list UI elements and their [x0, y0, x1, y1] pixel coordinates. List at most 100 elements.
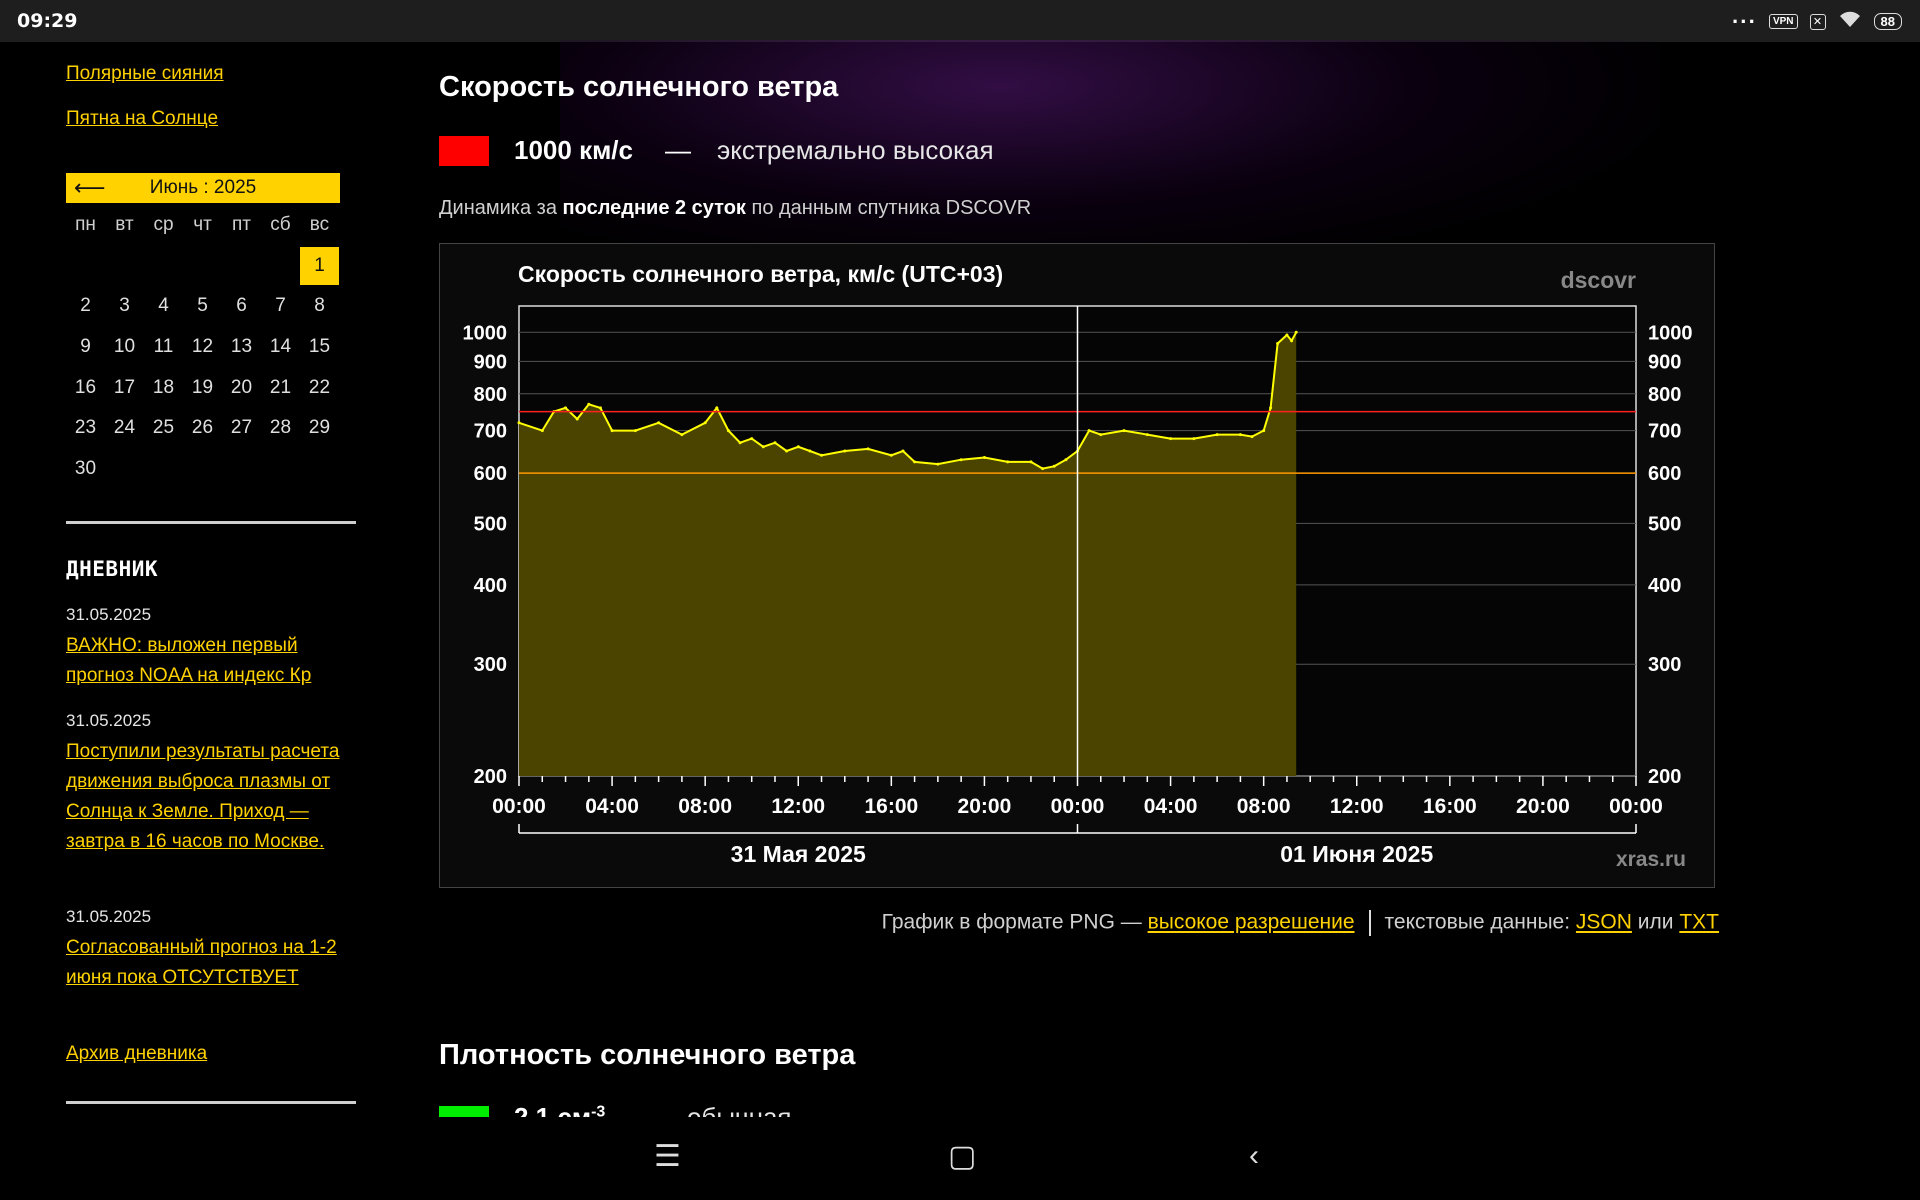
density-value: 2.1 см-3: [514, 1102, 605, 1117]
calendar-header: ⟵ Июнь : 2025: [66, 173, 340, 203]
calendar-day[interactable]: 7: [261, 295, 300, 317]
json-link[interactable]: JSON: [1576, 911, 1632, 934]
calendar-day[interactable]: 10: [105, 336, 144, 358]
x-tick-label: 12:00: [771, 795, 825, 818]
calendar-day[interactable]: 9: [66, 336, 105, 358]
calendar-day[interactable]: 20: [222, 377, 261, 399]
speed-point: [1285, 333, 1289, 337]
link-polar-lights[interactable]: Полярные сияния: [66, 63, 224, 85]
divider: [66, 521, 356, 524]
home-icon[interactable]: ▢: [948, 1139, 976, 1174]
y-tick-label-right: 400: [1648, 575, 1681, 597]
diary-entry-link[interactable]: Согласованный прогноз на 1-2 июня пока О…: [66, 933, 366, 993]
calendar-day[interactable]: 26: [183, 417, 222, 439]
calendar-weekday: чт: [193, 214, 212, 236]
y-tick-label-right: 700: [1648, 421, 1681, 443]
calendar-row: 23 24 25 26 27 28 29: [66, 408, 340, 449]
calendar-day[interactable]: 30: [66, 458, 105, 480]
calendar-day[interactable]: 17: [105, 377, 144, 399]
high-res-link[interactable]: высокое разрешение: [1148, 911, 1355, 934]
density-unit-exponent: -3: [591, 1103, 606, 1117]
calendar-grid: пн вт ср чт пт сб вс 1 2 3 4 5 6 7 8 9 10 11 12 13 14 15 16 17 1…: [66, 205, 340, 489]
footer-png-text: График в формате PNG —: [881, 910, 1148, 934]
calendar-day[interactable]: 11: [144, 336, 183, 358]
vpn-icon: VPN: [1768, 14, 1798, 29]
calendar-day[interactable]: 21: [261, 377, 300, 399]
chart-source-label: dscovr: [1561, 267, 1636, 293]
calendar-weekday: сб: [270, 214, 291, 236]
calendar-weekday: вт: [115, 214, 134, 236]
calendar-day[interactable]: 28: [261, 417, 300, 439]
speed-value: 1000 км/с: [514, 135, 633, 165]
y-tick-label-left: 400: [474, 575, 507, 597]
diary-entry-link[interactable]: Поступили результаты расчета движения вы…: [66, 737, 366, 857]
y-tick-label-left: 700: [474, 421, 507, 443]
link-sunspots[interactable]: Пятна на Солнце: [66, 108, 218, 130]
dynamics-caption: Динамика за последние 2 суток по данным …: [439, 197, 1031, 220]
calendar-day[interactable]: 5: [183, 295, 222, 317]
day-label: 01 Июня 2025: [1280, 841, 1433, 867]
diary-date: 31.05.2025: [66, 907, 152, 926]
speed-point: [575, 417, 579, 421]
more-icon: ···: [1731, 8, 1757, 34]
calendar-day[interactable]: 24: [105, 417, 144, 439]
speed-point: [761, 445, 765, 449]
calendar-day[interactable]: 25: [144, 417, 183, 439]
calendar-row: пн вт ср чт пт сб вс: [66, 205, 340, 246]
calendar-day[interactable]: 8: [300, 295, 339, 317]
diary-entry-link[interactable]: ВАЖНО: выложен первый прогноз NOAA на ин…: [66, 631, 366, 691]
calendar-day[interactable]: 15: [300, 336, 339, 358]
clock: 09:29: [17, 10, 78, 32]
speed-point: [517, 421, 521, 425]
chart-watermark: xras.ru: [1616, 848, 1686, 871]
speed-point: [936, 462, 940, 466]
speed-point: [750, 437, 754, 441]
calendar-day[interactable]: 14: [261, 336, 300, 358]
calendar-day[interactable]: 6: [222, 295, 261, 317]
footer-text-data: текстовые данные:: [1384, 910, 1576, 934]
calendar-day[interactable]: 19: [183, 377, 222, 399]
speed-point: [843, 449, 847, 453]
calendar-day[interactable]: 13: [222, 336, 261, 358]
calendar-day[interactable]: 4: [144, 295, 183, 317]
footer-separator: [1368, 910, 1371, 936]
close-notification-icon: ✕: [1809, 13, 1826, 30]
y-tick-label-right: 600: [1648, 463, 1681, 485]
diary-date: 31.05.2025: [66, 711, 152, 730]
diary-archive-link[interactable]: Архив дневника: [66, 1043, 207, 1065]
density-row-clip: 2.1 см-3 — обычная: [439, 1102, 1719, 1117]
calendar-day[interactable]: 27: [222, 417, 261, 439]
calendar-day[interactable]: 23: [66, 417, 105, 439]
x-tick-label: 00:00: [1609, 795, 1663, 818]
speed-point: [1238, 433, 1242, 437]
calendar-day[interactable]: 1: [300, 246, 339, 285]
speed-point: [738, 441, 742, 445]
speed-point: [598, 406, 602, 410]
speed-point: [1087, 429, 1091, 433]
calendar-day[interactable]: 22: [300, 377, 339, 399]
y-tick-label-right: 500: [1648, 513, 1681, 535]
y-tick-label-left: 600: [474, 463, 507, 485]
y-tick-label-left: 800: [474, 384, 507, 406]
density-description: обычная: [687, 1102, 792, 1117]
y-tick-label-right: 900: [1648, 351, 1681, 373]
calendar-day[interactable]: 3: [105, 295, 144, 317]
x-tick-label: 16:00: [1423, 795, 1477, 818]
menu-icon[interactable]: ☰: [654, 1139, 681, 1174]
calendar-day[interactable]: 29: [300, 417, 339, 439]
speed-point: [773, 441, 777, 445]
density-heading: Плотность солнечного ветра: [439, 1039, 856, 1071]
x-tick-label: 04:00: [585, 795, 639, 818]
calendar-day[interactable]: 2: [66, 295, 105, 317]
calendar-day[interactable]: 12: [183, 336, 222, 358]
back-icon[interactable]: ‹: [1249, 1139, 1259, 1173]
calendar-day[interactable]: 16: [66, 377, 105, 399]
speed-point: [587, 402, 591, 406]
calendar-month-title: Июнь : 2025: [149, 177, 257, 198]
speed-point: [1250, 435, 1254, 439]
calendar-day[interactable]: 18: [144, 377, 183, 399]
txt-link[interactable]: TXT: [1679, 911, 1719, 934]
divider: [66, 1101, 356, 1104]
speed-point: [1006, 460, 1010, 464]
diary-date: 31.05.2025: [66, 605, 152, 624]
